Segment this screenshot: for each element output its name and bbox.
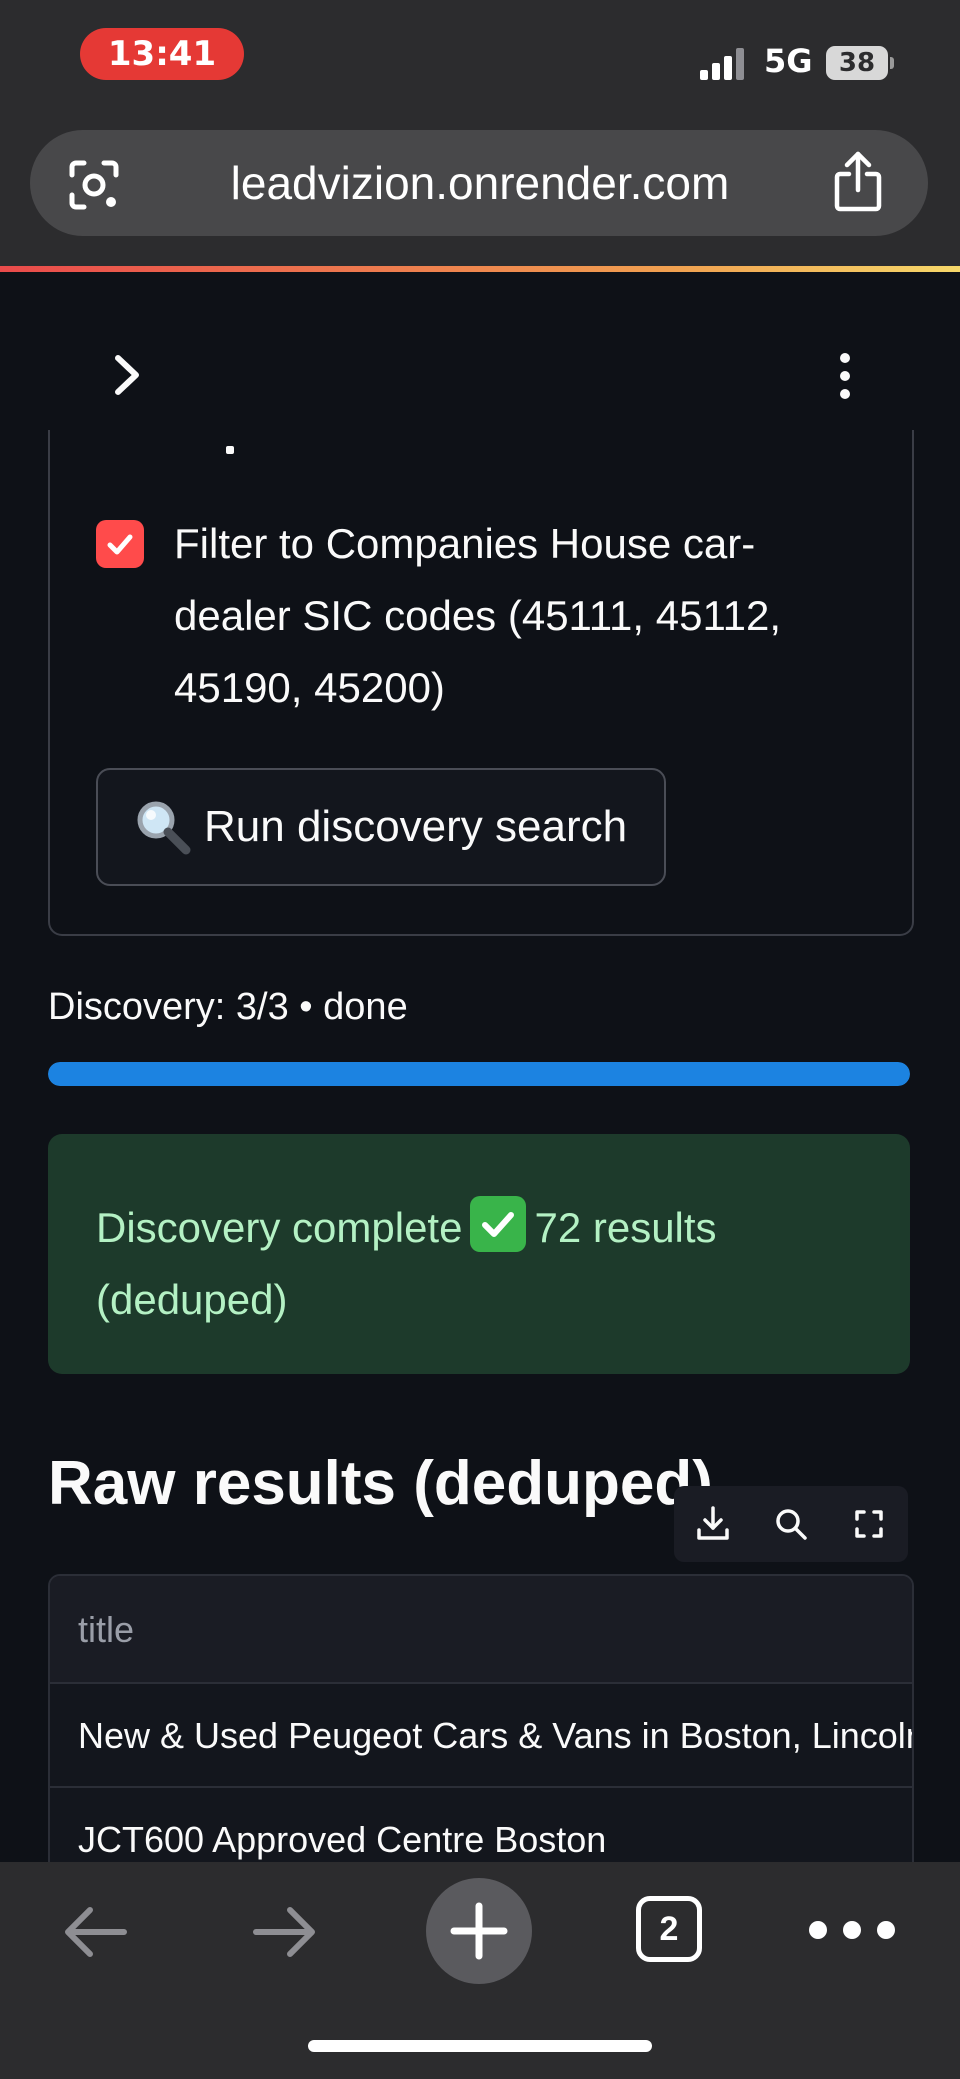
status-time: 13:41 (80, 28, 244, 80)
battery-tip (890, 57, 894, 69)
progress-bar-fill (48, 1062, 910, 1086)
checkmark-icon (107, 534, 133, 555)
dataframe-toolbar (674, 1486, 908, 1562)
tabs-button[interactable]: 2 (636, 1896, 702, 1962)
forward-arrow-icon[interactable] (250, 1902, 320, 1962)
new-tab-button[interactable] (426, 1878, 532, 1984)
page-load-progress (0, 266, 960, 272)
chevron-right-icon[interactable] (110, 352, 146, 398)
run-discovery-button[interactable]: Run discovery search (96, 768, 666, 886)
progress-bar (48, 1062, 910, 1086)
more-options-icon[interactable] (806, 1918, 898, 1942)
sic-filter-checkbox[interactable] (96, 520, 144, 568)
url-text[interactable]: leadvizion.onrender.com (140, 150, 820, 216)
check-mark-emoji-icon (470, 1196, 527, 1252)
battery-indicator: 38 (826, 46, 888, 80)
plus-icon (450, 1902, 508, 1960)
clipped-text-fragment (226, 446, 234, 454)
progress-label: Discovery: 3/3 • done (48, 986, 408, 1028)
table-row[interactable]: New & Used Peugeot Cars & Vans in Boston… (50, 1684, 912, 1788)
cellular-signal-icon (700, 48, 744, 80)
lens-icon[interactable] (66, 157, 122, 213)
fullscreen-icon[interactable] (849, 1504, 889, 1544)
results-heading: Raw results (deduped) (48, 1449, 713, 1518)
success-alert: Discovery complete 72 results (deduped) (48, 1134, 910, 1374)
magnifying-glass-icon (137, 801, 191, 855)
download-icon[interactable] (693, 1504, 733, 1544)
back-arrow-icon[interactable] (60, 1902, 130, 1962)
kebab-menu-icon[interactable] (830, 352, 860, 400)
share-icon[interactable] (830, 150, 886, 214)
run-discovery-label: Run discovery search (204, 802, 628, 851)
success-text-start: Discovery complete (96, 1204, 463, 1251)
home-indicator (308, 2040, 652, 2052)
network-type: 5G (764, 42, 813, 80)
sic-filter-label[interactable]: Filter to Companies House car-dealer SIC… (174, 508, 834, 724)
success-message: Discovery complete 72 results (deduped) (96, 1192, 862, 1336)
search-icon[interactable] (771, 1504, 811, 1544)
column-header-title[interactable]: title (50, 1576, 912, 1684)
